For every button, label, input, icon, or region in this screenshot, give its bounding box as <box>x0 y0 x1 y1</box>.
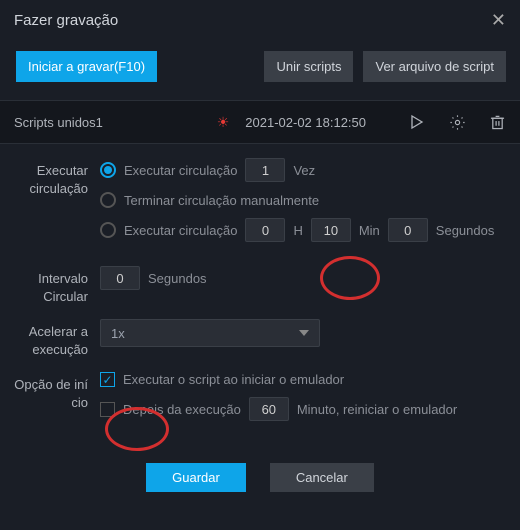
run-on-start-checkbox[interactable] <box>100 372 115 387</box>
hours-unit: H <box>293 223 302 238</box>
accel-value: 1x <box>111 326 125 341</box>
loop-count-option-label: Executar circulação <box>124 163 237 178</box>
minutes-input[interactable] <box>311 218 351 242</box>
radio-manual-stop[interactable] <box>100 192 116 208</box>
chevron-down-icon <box>299 330 309 336</box>
close-icon[interactable]: ✕ <box>491 10 506 31</box>
after-exec-label: Depois da execução <box>123 402 241 417</box>
start-option-label: Opção de iní cio <box>0 372 100 411</box>
exec-loop-label: Executar circulação <box>0 158 100 197</box>
times-unit: Vez <box>293 163 315 178</box>
play-icon[interactable] <box>408 113 426 131</box>
settings-icon[interactable] <box>448 113 466 131</box>
cancel-button[interactable]: Cancelar <box>270 463 374 492</box>
interval-label: Intervalo Circular <box>0 266 100 305</box>
script-name: Scripts unidos1 <box>14 115 114 130</box>
accel-select[interactable]: 1x <box>100 319 320 347</box>
interval-unit: Segundos <box>148 271 207 286</box>
script-timestamp: 2021-02-02 18:12:50 <box>245 115 366 130</box>
radio-loop-count[interactable] <box>100 162 116 178</box>
merge-scripts-button[interactable]: Unir scripts <box>264 51 353 82</box>
hours-input[interactable] <box>245 218 285 242</box>
sun-icon: ☀ <box>217 114 230 131</box>
view-script-file-button[interactable]: Ver arquivo de script <box>363 51 506 82</box>
window-title: Fazer gravação <box>14 12 118 29</box>
after-exec-checkbox[interactable] <box>100 402 115 417</box>
run-on-start-label: Executar o script ao iniciar o emulador <box>123 372 344 387</box>
manual-stop-option-label: Terminar circulação manualmente <box>124 193 319 208</box>
after-exec-input[interactable] <box>249 397 289 421</box>
accel-label: Acelerar a execução <box>0 319 100 358</box>
start-record-button[interactable]: Iniciar a gravar(F10) <box>16 51 157 82</box>
radio-duration[interactable] <box>100 222 116 238</box>
interval-input[interactable] <box>100 266 140 290</box>
seconds-input[interactable] <box>388 218 428 242</box>
minutes-unit: Min <box>359 223 380 238</box>
loop-count-input[interactable] <box>245 158 285 182</box>
after-exec-unit: Minuto, reiniciar o emulador <box>297 402 457 417</box>
delete-icon[interactable] <box>488 113 506 131</box>
duration-option-label: Executar circulação <box>124 223 237 238</box>
save-button[interactable]: Guardar <box>146 463 246 492</box>
seconds-unit: Segundos <box>436 223 495 238</box>
